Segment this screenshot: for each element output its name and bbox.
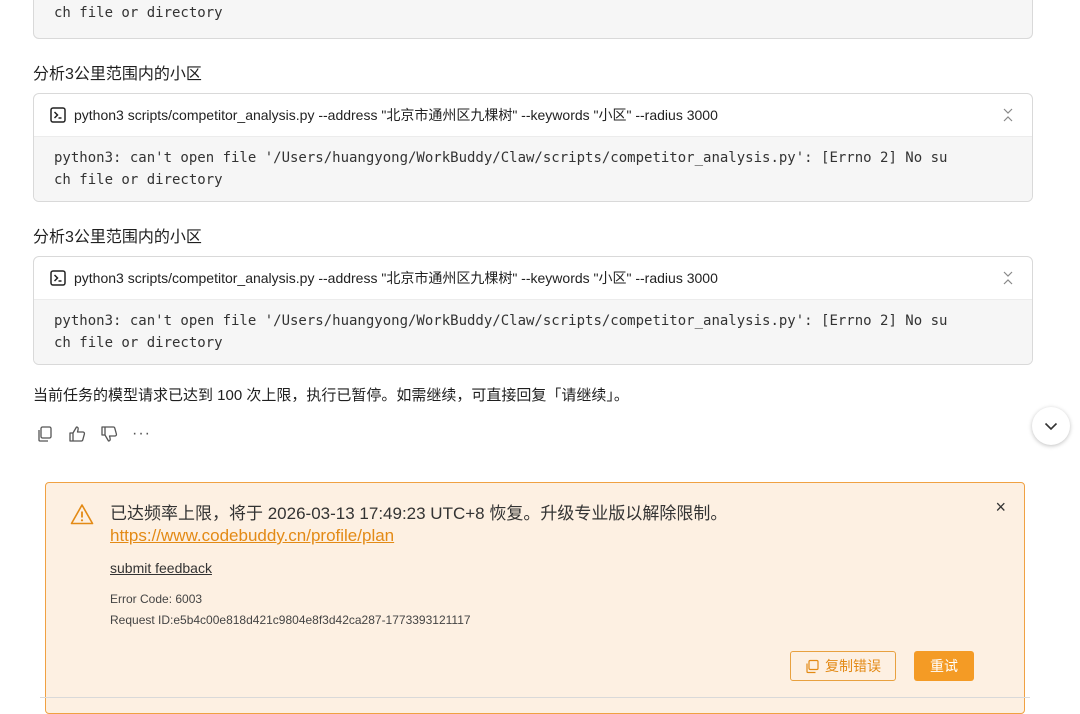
error-message: 已达频率上限，将于 2026-03-13 17:49:23 UTC+8 恢复。升… xyxy=(110,504,728,523)
step-label: 分析3公里范围内的小区 xyxy=(33,66,202,83)
collapse-icon[interactable] xyxy=(1002,107,1014,123)
more-options-button[interactable]: ··· xyxy=(132,425,151,443)
thumbs-down-icon[interactable] xyxy=(100,425,118,443)
message-actions: ··· xyxy=(36,425,151,443)
command-output: ch file or directory xyxy=(54,5,223,21)
terminal-icon xyxy=(50,270,66,286)
copy-icon[interactable] xyxy=(36,425,54,443)
error-code: Error Code: 6003 xyxy=(110,592,203,606)
command-output: python3: can't open file '/Users/huangyo… xyxy=(34,137,1032,201)
command-header[interactable]: python3 scripts/competitor_analysis.py -… xyxy=(34,257,1032,300)
command-header[interactable]: python3 scripts/competitor_analysis.py -… xyxy=(34,94,1032,137)
copy-icon xyxy=(806,659,819,673)
step-label: 分析3公里范围内的小区 xyxy=(33,229,202,246)
upgrade-plan-link[interactable]: https://www.codebuddy.cn/profile/plan xyxy=(110,526,394,546)
rate-limit-error-panel: 已达频率上限，将于 2026-03-13 17:49:23 UTC+8 恢复。升… xyxy=(45,482,1025,714)
chevron-down-icon xyxy=(1044,422,1058,430)
scroll-down-button[interactable] xyxy=(1032,407,1070,445)
thumbs-up-icon[interactable] xyxy=(68,425,86,443)
command-text: python3 scripts/competitor_analysis.py -… xyxy=(74,107,718,123)
warning-icon xyxy=(70,504,94,525)
copy-error-button[interactable]: 复制错误 xyxy=(790,651,896,681)
command-text: python3 scripts/competitor_analysis.py -… xyxy=(74,270,718,286)
terminal-icon xyxy=(50,107,66,123)
limit-notice: 当前任务的模型请求已达到 100 次上限，执行已暂停。如需继续，可直接回复「请继… xyxy=(33,387,629,404)
command-card: python3 scripts/competitor_analysis.py -… xyxy=(33,93,1033,202)
command-card: python3 scripts/competitor_analysis.py -… xyxy=(33,256,1033,365)
command-output: python3: can't open file '/Users/huangyo… xyxy=(34,300,1032,364)
retry-button[interactable]: 重试 xyxy=(914,651,974,681)
copy-error-label: 复制错误 xyxy=(825,658,881,674)
divider xyxy=(40,697,1030,698)
request-id: Request ID:e5b4c00e818d421c9804e8f3d42ca… xyxy=(110,613,471,627)
close-icon[interactable]: × xyxy=(995,497,1006,518)
output-card-partial: ch file or directory xyxy=(33,0,1033,39)
submit-feedback-link[interactable]: submit feedback xyxy=(110,560,212,576)
collapse-icon[interactable] xyxy=(1002,270,1014,286)
